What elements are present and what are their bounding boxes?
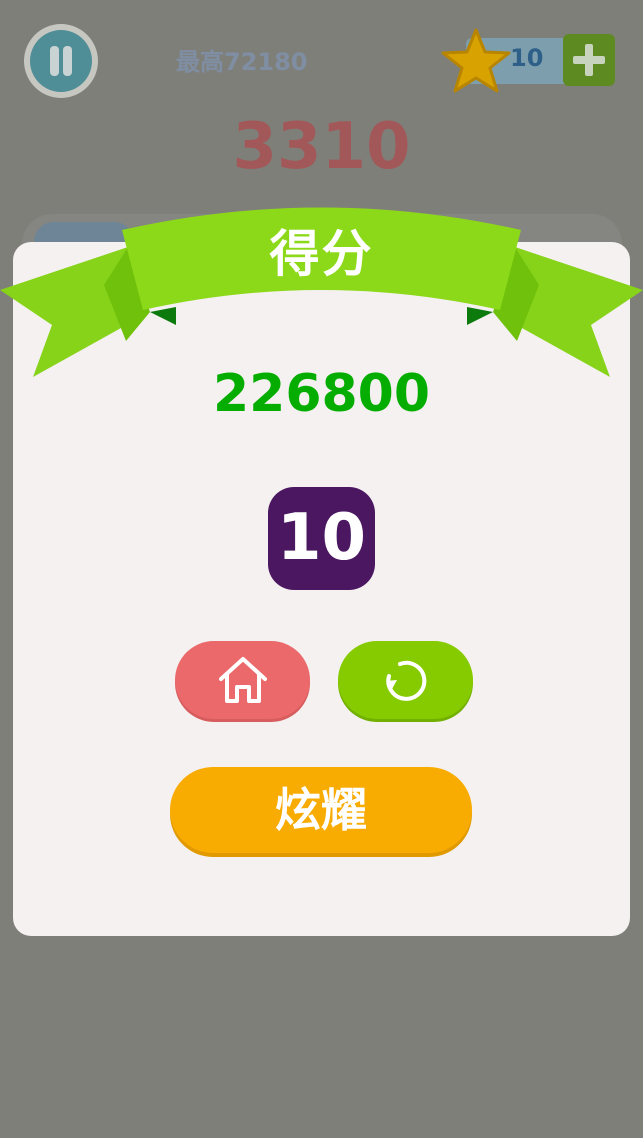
current-score: 3310 (232, 110, 411, 184)
share-button[interactable]: 炫耀 (170, 767, 472, 853)
restart-button[interactable] (338, 641, 473, 719)
coin-count: 10 (510, 44, 544, 72)
dialog-title: 得分 (269, 225, 374, 283)
best-score: 最高72180 (176, 48, 308, 76)
add-coins-button[interactable] (563, 34, 615, 86)
pause-button[interactable] (24, 24, 98, 98)
star-icon (441, 28, 511, 93)
restart-icon (386, 660, 427, 701)
home-icon (219, 657, 267, 703)
max-tile: 10 (268, 487, 375, 590)
pause-icon (30, 30, 92, 92)
final-score: 226800 (212, 364, 431, 424)
home-button[interactable] (175, 641, 310, 719)
